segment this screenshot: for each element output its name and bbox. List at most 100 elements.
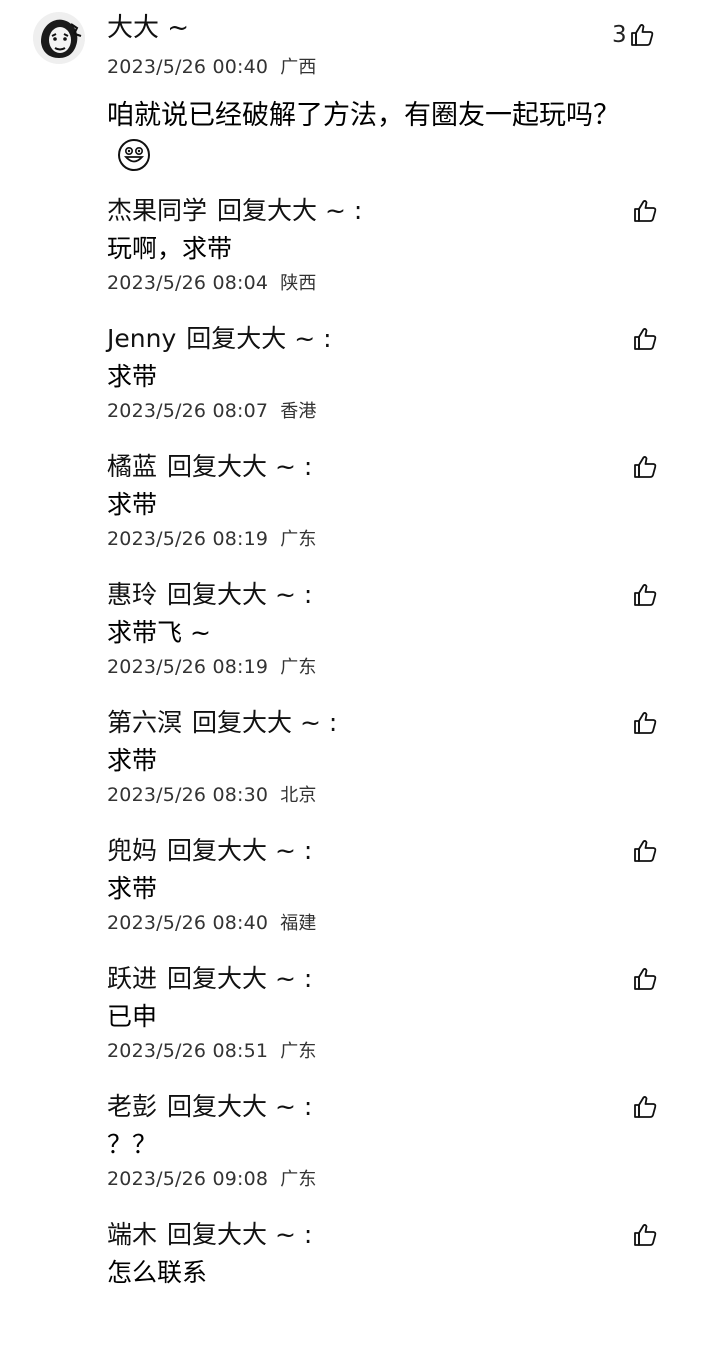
reply-time: 2023/5/26 08:51	[107, 1040, 269, 1062]
reply-text: 求带	[107, 490, 158, 519]
reply-location: 陕西	[280, 273, 317, 294]
reply-item: 老彭 回复大大 ~ : ？？ 2023/5/26 09:08 广东	[0, 1090, 715, 1218]
thumbs-up-icon[interactable]	[632, 1094, 658, 1120]
reply-meta: 2023/5/26 09:08 广东	[107, 1166, 317, 1193]
reply-time: 2023/5/26 08:19	[107, 528, 269, 550]
reply-word: 回复	[192, 708, 243, 737]
reply-target[interactable]: 大大 ~ :	[236, 324, 331, 353]
reply-text: 求带	[107, 746, 158, 775]
reply-location: 广东	[280, 529, 317, 550]
reply-word: 回复	[217, 196, 268, 225]
reply-user[interactable]: 端木	[107, 1220, 157, 1249]
reply-location: 福建	[280, 913, 317, 934]
reply-location: 广东	[280, 1169, 317, 1190]
thumbs-up-icon[interactable]	[632, 838, 658, 864]
reply-user[interactable]: 惠玲	[107, 580, 157, 609]
reply-target[interactable]: 大大 ~ :	[217, 452, 312, 481]
main-comment: 大大 ~ 2023/5/26 00:40 广西 咱就说已经破解了方法，有圈友一起玩…	[0, 0, 715, 185]
reply-header: 端木 回复大大 ~ :	[107, 1218, 312, 1252]
reply-header: 橘蓝 回复大大 ~ :	[107, 450, 312, 484]
reply-target[interactable]: 大大 ~ :	[217, 580, 312, 609]
reply-text: 求带	[107, 362, 158, 391]
reply-header: 第六溟 回复大大 ~ :	[107, 706, 337, 740]
reply-item: 橘蓝 回复大大 ~ : 求带 2023/5/26 08:19 广东	[0, 450, 715, 578]
reply-text: 求带飞 ~	[107, 618, 211, 647]
reply-user[interactable]: Jenny	[107, 324, 176, 353]
reply-target[interactable]: 大大 ~ :	[217, 964, 312, 993]
reply-target[interactable]: 大大 ~ :	[267, 196, 362, 225]
reply-time: 2023/5/26 08:07	[107, 400, 269, 422]
reply-target[interactable]: 大大 ~ :	[217, 836, 312, 865]
comment-time: 2023/5/26 00:40	[107, 56, 269, 78]
reply-user[interactable]: 老彭	[107, 1092, 157, 1121]
avatar[interactable]	[33, 12, 85, 64]
reply-text: ？？	[107, 1130, 158, 1159]
reply-meta: 2023/5/26 08:19 广东	[107, 526, 317, 553]
reply-item: 兜妈 回复大大 ~ : 求带 2023/5/26 08:40 福建	[0, 834, 715, 962]
smiley-emoji-icon	[117, 138, 151, 172]
reply-word: 回复	[167, 580, 218, 609]
reply-meta: 2023/5/26 08:40 福建	[107, 910, 317, 937]
reply-header: 老彭 回复大大 ~ :	[107, 1090, 312, 1124]
reply-meta: 2023/5/26 08:30 北京	[107, 782, 317, 809]
reply-user[interactable]: 第六溟	[107, 708, 182, 737]
reply-time: 2023/5/26 08:30	[107, 784, 269, 806]
thumbs-up-icon[interactable]	[632, 454, 658, 480]
reply-header: 惠玲 回复大大 ~ :	[107, 578, 312, 612]
reply-location: 香港	[280, 401, 317, 422]
reply-time: 2023/5/26 08:19	[107, 656, 269, 678]
thumbs-up-icon[interactable]	[632, 1222, 658, 1248]
reply-item: 杰果同学 回复大大 ~ : 玩啊，求带 2023/5/26 08:04 陕西	[0, 194, 715, 322]
reply-item: 跃进 回复大大 ~ : 已申 2023/5/26 08:51 广东	[0, 962, 715, 1090]
reply-user[interactable]: 跃进	[107, 964, 157, 993]
reply-item: 惠玲 回复大大 ~ : 求带飞 ~ 2023/5/26 08:19 广东	[0, 578, 715, 706]
reply-text: 玩啊，求带	[107, 234, 233, 263]
reply-target[interactable]: 大大 ~ :	[217, 1220, 312, 1249]
comment-author[interactable]: 大大 ~	[107, 12, 189, 44]
reply-meta: 2023/5/26 08:51 广东	[107, 1038, 317, 1065]
reply-word: 回复	[186, 324, 237, 353]
reply-target[interactable]: 大大 ~ :	[217, 1092, 312, 1121]
thumbs-up-icon[interactable]	[632, 582, 658, 608]
reply-target[interactable]: 大大 ~ :	[242, 708, 337, 737]
reply-time: 2023/5/26 08:04	[107, 272, 269, 294]
reply-word: 回复	[167, 836, 218, 865]
reply-header: Jenny 回复大大 ~ :	[107, 322, 332, 356]
reply-location: 广东	[280, 1041, 317, 1062]
comment-meta: 2023/5/26 00:40 广西	[107, 54, 317, 81]
avatar-image	[33, 12, 85, 64]
thumbs-up-icon[interactable]	[632, 326, 658, 352]
reply-user[interactable]: 杰果同学	[107, 196, 207, 225]
reply-text: 已申	[107, 1002, 158, 1031]
reply-location: 广东	[280, 657, 317, 678]
reply-item: 端木 回复大大 ~ : 怎么联系	[0, 1218, 715, 1346]
comment-location: 广西	[280, 57, 317, 78]
reply-item: 第六溟 回复大大 ~ : 求带 2023/5/26 08:30 北京	[0, 706, 715, 834]
reply-meta: 2023/5/26 08:04 陕西	[107, 270, 317, 297]
like-count: 3	[612, 22, 627, 48]
reply-user[interactable]: 兜妈	[107, 836, 157, 865]
reply-text: 怎么联系	[107, 1258, 208, 1287]
reply-header: 跃进 回复大大 ~ :	[107, 962, 312, 996]
reply-word: 回复	[167, 1220, 218, 1249]
reply-word: 回复	[167, 452, 218, 481]
reply-user[interactable]: 橘蓝	[107, 452, 157, 481]
reply-location: 北京	[280, 785, 317, 806]
thumbs-up-icon[interactable]	[632, 198, 658, 224]
reply-meta: 2023/5/26 08:07 香港	[107, 398, 317, 425]
reply-time: 2023/5/26 08:40	[107, 912, 269, 934]
reply-word: 回复	[167, 964, 218, 993]
like-button[interactable]: 3	[612, 20, 655, 50]
comment-text: 咱就说已经破解了方法，有圈友一起玩吗？	[107, 100, 620, 131]
thumbs-up-icon	[629, 22, 655, 48]
reply-header: 兜妈 回复大大 ~ :	[107, 834, 312, 868]
thumbs-up-icon[interactable]	[632, 966, 658, 992]
reply-text: 求带	[107, 874, 158, 903]
comment-content: 咱就说已经破解了方法，有圈友一起玩吗？	[107, 96, 627, 176]
reply-word: 回复	[167, 1092, 218, 1121]
reply-meta: 2023/5/26 08:19 广东	[107, 654, 317, 681]
thumbs-up-icon[interactable]	[632, 710, 658, 736]
reply-time: 2023/5/26 09:08	[107, 1168, 269, 1190]
reply-item: Jenny 回复大大 ~ : 求带 2023/5/26 08:07 香港	[0, 322, 715, 450]
reply-header: 杰果同学 回复大大 ~ :	[107, 194, 362, 228]
